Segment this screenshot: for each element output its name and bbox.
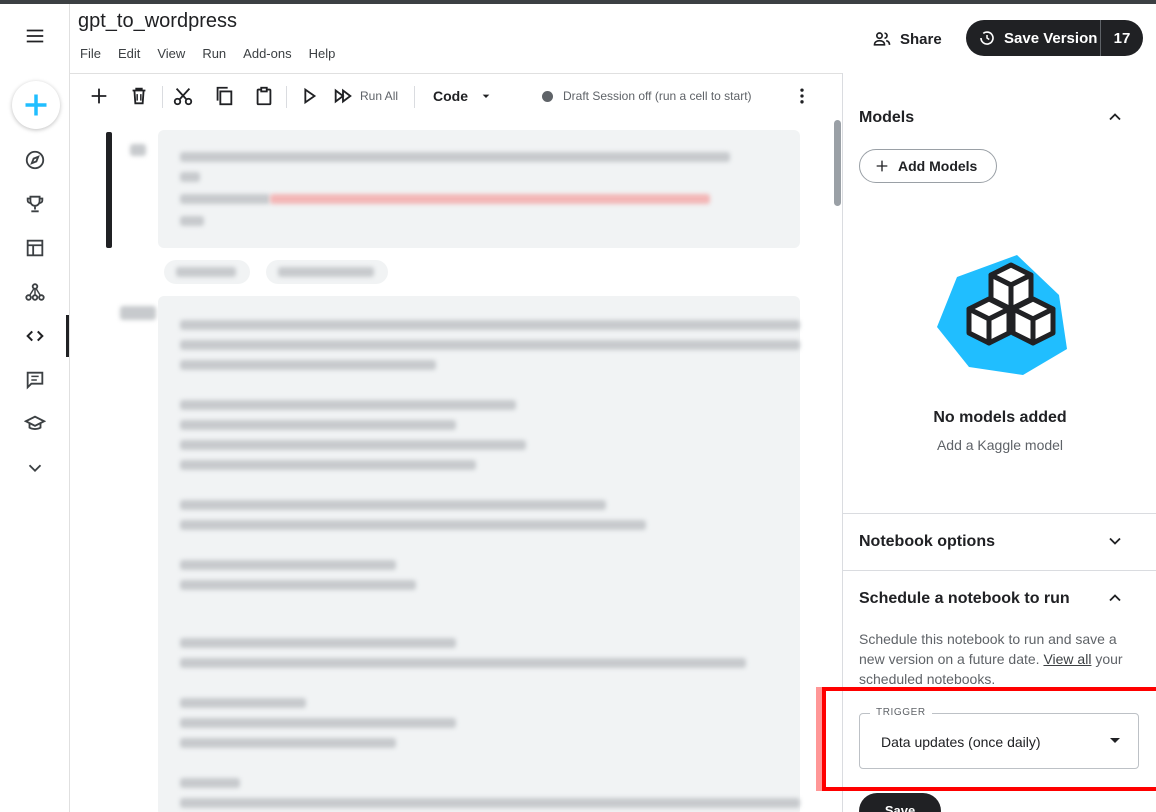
version-count[interactable]: 17 [1101, 30, 1143, 47]
add-cell-icon[interactable] [87, 84, 111, 108]
fast-forward-icon [334, 88, 352, 104]
menu-run[interactable]: Run [202, 46, 226, 61]
toolbar-divider [162, 86, 163, 108]
session-status-dot [542, 90, 553, 102]
active-nav-indicator [66, 315, 69, 357]
delete-icon[interactable] [127, 84, 151, 108]
plus-icon [25, 94, 47, 116]
models-empty-illustration [937, 255, 1067, 375]
view-all-link[interactable]: View all [1043, 651, 1091, 667]
code-cell[interactable] [158, 130, 800, 248]
toolbar-divider [286, 86, 287, 108]
more-options-icon[interactable] [792, 84, 812, 108]
save-version-button[interactable]: Save Version 17 [966, 20, 1143, 56]
compass-icon[interactable] [0, 140, 70, 180]
discussion-icon[interactable] [0, 360, 70, 400]
session-status-text: Draft Session off (run a cell to start) [563, 89, 752, 103]
menu-file[interactable]: File [80, 46, 101, 61]
caret-down-icon [482, 94, 490, 98]
add-models-button[interactable]: Add Models [859, 149, 997, 183]
share-label: Share [900, 30, 942, 48]
window-top-border [0, 0, 1156, 4]
active-cell-indicator [106, 132, 112, 248]
copy-icon[interactable] [212, 84, 236, 108]
notebook-editor[interactable] [70, 120, 842, 812]
run-all-label: Run All [360, 89, 399, 103]
session-status: Draft Session off (run a cell to start) [542, 84, 752, 108]
paste-icon[interactable] [252, 84, 276, 108]
notebook-title[interactable]: gpt_to_wordpress [78, 10, 237, 33]
notebook-toolbar: Run All Code Draft Session off (run a ce… [70, 73, 842, 119]
save-version-label: Save Version [1004, 29, 1098, 47]
left-nav-rail [0, 4, 70, 812]
section-divider [843, 570, 1156, 571]
history-icon [980, 31, 994, 45]
models-icon[interactable] [0, 272, 70, 312]
hamburger-icon[interactable] [0, 16, 70, 56]
trophy-icon[interactable] [0, 184, 70, 224]
code-icon[interactable] [0, 316, 70, 356]
plus-icon [876, 160, 888, 172]
cut-icon[interactable] [171, 84, 195, 108]
learn-icon[interactable] [0, 404, 70, 444]
models-section-title[interactable]: Models [859, 109, 914, 127]
toolbar-divider [414, 86, 415, 108]
chevron-up-icon[interactable] [1105, 588, 1125, 608]
menu-help[interactable]: Help [309, 46, 336, 61]
run-cell-icon[interactable] [298, 84, 320, 108]
annotation-box [822, 687, 1156, 791]
cell-output-chip[interactable] [266, 260, 388, 284]
add-models-label: Add Models [898, 158, 978, 174]
notebook-options-title[interactable]: Notebook options [859, 533, 995, 551]
code-cell[interactable] [158, 296, 800, 812]
chevron-down-icon[interactable] [1105, 531, 1125, 551]
table-icon[interactable] [0, 228, 70, 268]
cell-output-chip[interactable] [164, 260, 250, 284]
share-button[interactable]: Share [872, 28, 942, 50]
schedule-description: Schedule this notebook to run and save a… [859, 629, 1143, 689]
chevron-up-icon[interactable] [1105, 107, 1125, 127]
editor-scrollbar[interactable] [834, 120, 841, 206]
section-divider [843, 513, 1156, 514]
people-icon [873, 32, 891, 46]
cell-run-counter [120, 306, 156, 320]
cell-type-value: Code [433, 88, 468, 104]
cell-run-counter [130, 144, 146, 156]
create-button[interactable] [12, 81, 60, 129]
menu-edit[interactable]: Edit [118, 46, 140, 61]
menu-bar: File Edit View Run Add-ons Help [80, 46, 352, 61]
menu-view[interactable]: View [157, 46, 185, 61]
save-schedule-button[interactable]: Save [859, 793, 941, 812]
cell-type-select[interactable]: Code [433, 84, 494, 108]
no-models-title: No models added [933, 409, 1067, 426]
run-all-button[interactable]: Run All [332, 84, 398, 108]
schedule-section-title[interactable]: Schedule a notebook to run [859, 590, 1070, 608]
chevron-down-icon[interactable] [0, 448, 70, 488]
no-models-subtitle: Add a Kaggle model [936, 437, 1064, 453]
menu-add-ons[interactable]: Add-ons [243, 46, 291, 61]
